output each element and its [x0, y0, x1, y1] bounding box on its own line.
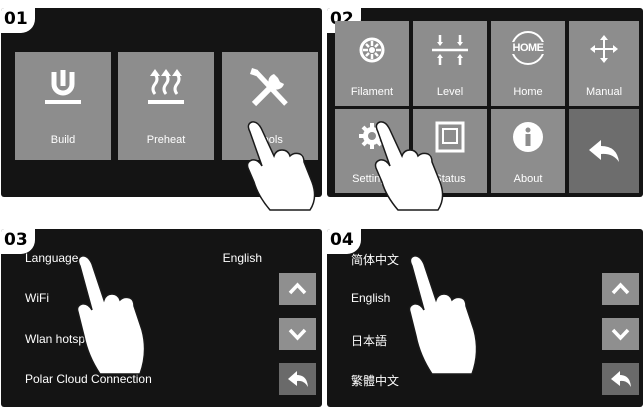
level-label: Level: [436, 86, 464, 98]
scroll-up-button[interactable]: [602, 273, 639, 305]
settings-row-polar-cloud[interactable]: Polar Cloud Connection: [25, 372, 152, 386]
scroll-up-button[interactable]: [279, 273, 316, 305]
settings-row-hotspot[interactable]: Wlan hotspot: [25, 332, 95, 346]
preheat-label: Preheat: [146, 134, 186, 146]
scroll-down-button[interactable]: [602, 318, 639, 350]
build-icon: [45, 70, 81, 104]
settings-row-language[interactable]: Language: [25, 251, 78, 265]
language-option-simplified-chinese[interactable]: 简体中文: [351, 251, 399, 268]
chevron-up-icon: [288, 282, 307, 295]
screen-main-menu: 01 Build Preheat Tools: [1, 8, 322, 197]
about-label: About: [513, 173, 543, 185]
step-number: 01: [1, 8, 35, 33]
hotspot-label: Wlan hotspot: [25, 332, 96, 346]
preheat-icon: [148, 69, 184, 104]
home-label: Home: [513, 86, 543, 98]
info-icon: [513, 122, 543, 152]
manual-button[interactable]: Manual: [569, 21, 639, 106]
language-value: English: [222, 251, 262, 265]
wifi-label: WiFi: [25, 291, 49, 305]
back-arrow-icon: [589, 140, 619, 162]
move-arrows-icon: [590, 35, 618, 63]
back-button[interactable]: [602, 363, 639, 395]
status-label: Status: [434, 173, 466, 185]
home-button[interactable]: HOME Home: [491, 21, 565, 106]
level-button[interactable]: Level: [413, 21, 487, 106]
language-label: Language: [25, 251, 79, 265]
settings-button[interactable]: Settings: [335, 109, 409, 193]
screen-tools-menu: 02 Filament Level HOME Home Manual Setti…: [327, 8, 643, 197]
filament-button[interactable]: Filament: [335, 21, 409, 106]
chevron-down-icon: [288, 328, 307, 341]
build-button[interactable]: Build: [15, 52, 111, 160]
filament-label: Filament: [350, 86, 394, 98]
back-arrow-icon: [611, 371, 631, 387]
back-arrow-icon: [288, 371, 308, 387]
tools-button[interactable]: Tools: [222, 52, 318, 160]
language-option-japanese[interactable]: 日本語: [351, 332, 387, 349]
language-option-english[interactable]: English: [351, 291, 390, 305]
filament-icon: [359, 37, 385, 63]
tools-icon: [250, 68, 288, 107]
settings-label: Settings: [352, 173, 392, 185]
build-label: Build: [50, 134, 76, 146]
back-button[interactable]: [569, 109, 639, 193]
scroll-down-button[interactable]: [279, 318, 316, 350]
status-button[interactable]: Status: [413, 109, 487, 193]
home-icon: HOME: [505, 31, 551, 65]
gear-icon: [359, 123, 385, 149]
language-option-traditional-chinese[interactable]: 繁體中文: [351, 372, 399, 389]
home-icon-text: HOME: [505, 42, 551, 54]
screen-settings-list: 03 Language English WiFi Wlan hotspot Po…: [1, 229, 322, 407]
chevron-down-icon: [611, 328, 630, 341]
manual-label: Manual: [585, 86, 623, 98]
polar-cloud-label: Polar Cloud Connection: [25, 372, 152, 386]
level-icon: [432, 35, 468, 65]
back-button[interactable]: [279, 363, 316, 395]
about-button[interactable]: About: [491, 109, 565, 193]
preheat-button[interactable]: Preheat: [118, 52, 214, 160]
tools-label: Tools: [257, 134, 283, 146]
screen-language-list: 04 简体中文 English 日本語 繁體中文: [327, 229, 643, 407]
settings-row-wifi[interactable]: WiFi: [25, 291, 49, 305]
chevron-up-icon: [611, 282, 630, 295]
printer-status-icon: [435, 121, 465, 153]
